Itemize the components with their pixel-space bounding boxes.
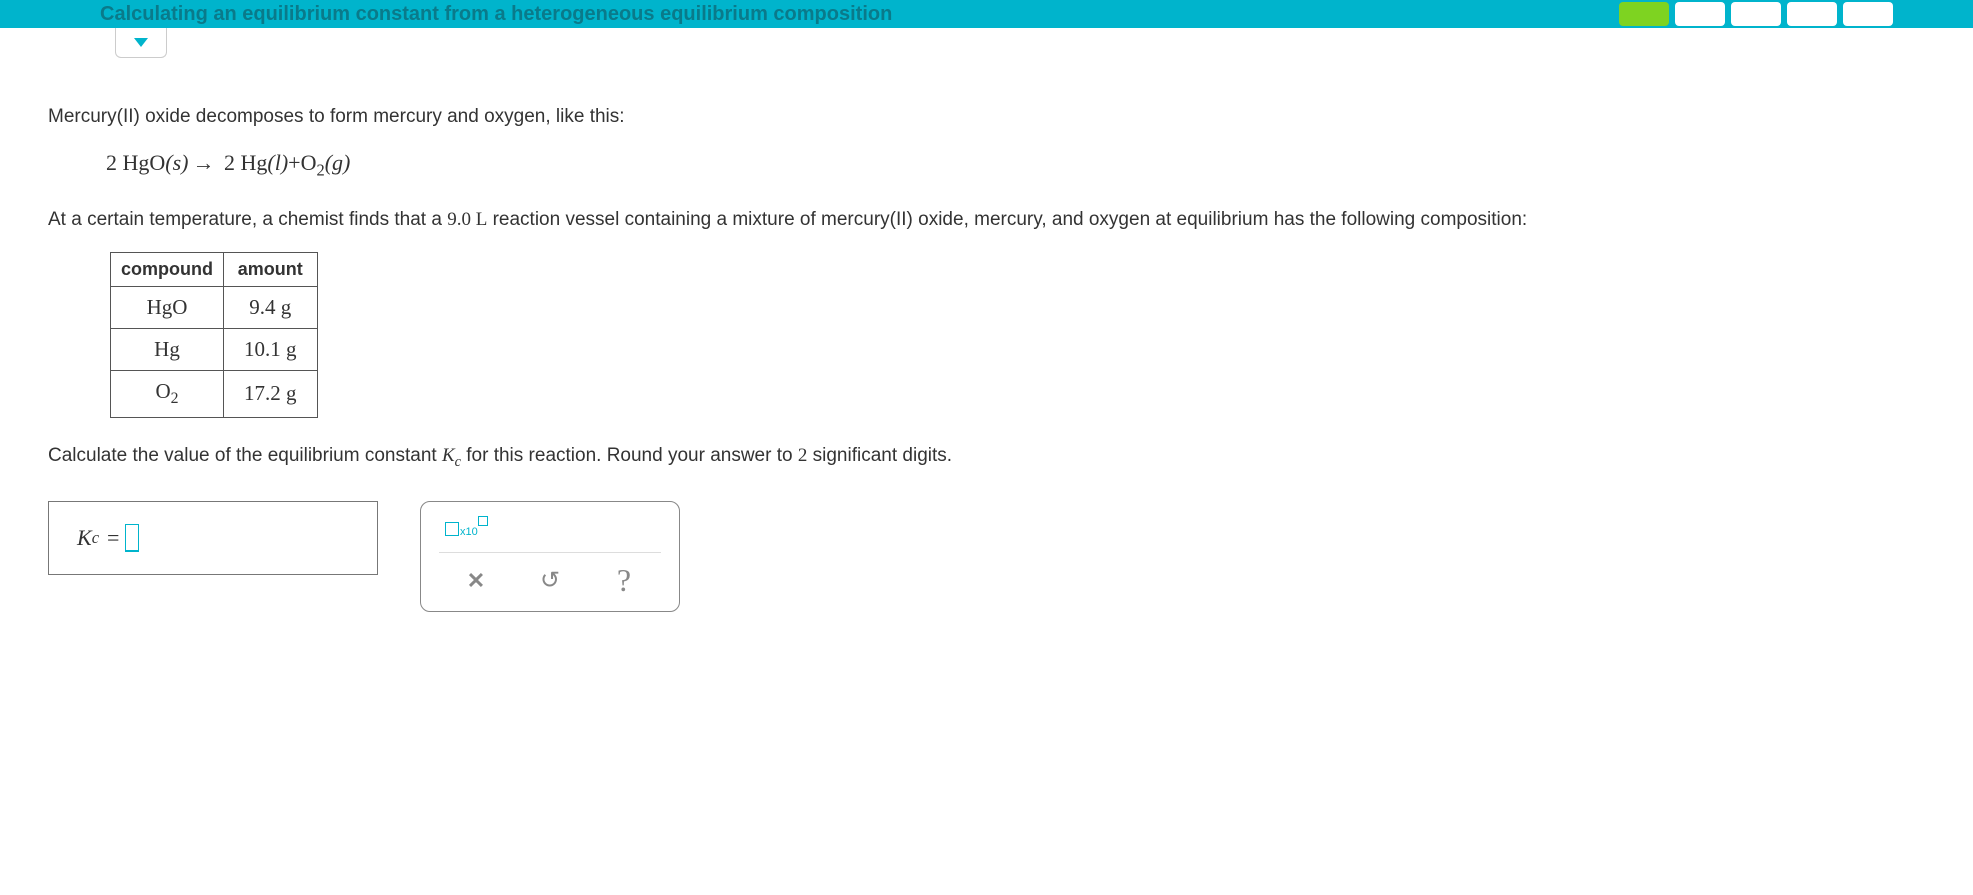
status-box (1675, 2, 1725, 26)
prompt-post: for this reaction. Round your answer to (461, 445, 798, 466)
header-status-boxes (1619, 2, 1893, 26)
context-text: At a certain temperature, a chemist find… (48, 206, 1925, 235)
mantissa-box-icon (445, 522, 459, 536)
amount-cell: 17.2 g (224, 371, 318, 417)
tool-row-format: x10 (439, 512, 661, 552)
compound-cell: O2 (111, 371, 224, 417)
problem-content: Mercury(II) oxide decomposes to form mer… (0, 28, 1973, 642)
species: Hg (241, 150, 268, 175)
answer-sub: c (92, 528, 99, 548)
intro-text: Mercury(II) oxide decomposes to form mer… (48, 103, 1925, 132)
compound-cell: HgO (111, 287, 224, 329)
equals: = (107, 525, 119, 551)
species: HgO (123, 150, 166, 175)
status-box (1843, 2, 1893, 26)
status-box (1787, 2, 1837, 26)
context-post: reaction vessel containing a mixture of … (487, 209, 1527, 230)
amount-cell: 9.4 g (224, 287, 318, 329)
scientific-notation-button[interactable]: x10 (445, 516, 488, 538)
amount-cell: 10.1 g (224, 329, 318, 371)
undo-button[interactable]: ↺ (532, 563, 568, 599)
table-header-amount: amount (224, 253, 318, 287)
toolbox: x10 ✕ ↺ ? (420, 501, 680, 612)
plus: + (288, 150, 300, 175)
close-icon: ✕ (467, 568, 485, 594)
kc-var: K (442, 445, 455, 466)
table-row: O217.2 g (111, 371, 318, 417)
state: (g) (325, 150, 351, 175)
state: (s) (165, 150, 188, 175)
clear-button[interactable]: ✕ (458, 563, 494, 599)
answer-box: Kc = (48, 501, 378, 575)
page-title: Calculating an equilibrium constant from… (100, 3, 892, 26)
sig-digits: 2 (798, 445, 808, 466)
state: (l) (267, 150, 288, 175)
species: O (301, 150, 317, 175)
question-icon: ? (617, 562, 631, 599)
coef: 2 (224, 150, 235, 175)
status-box (1619, 2, 1669, 26)
exponent-box-icon (478, 516, 488, 526)
composition-table: compound amount HgO9.4 gHg10.1 gO217.2 g (110, 252, 318, 417)
table-header-compound: compound (111, 253, 224, 287)
answer-var: K (77, 525, 92, 551)
tool-row-actions: ✕ ↺ ? (439, 552, 661, 599)
table-row: Hg10.1 g (111, 329, 318, 371)
prompt-pre: Calculate the value of the equilibrium c… (48, 445, 442, 466)
coef: 2 (106, 150, 117, 175)
chemical-equation: 2 HgO(s)→ 2 Hg(l)+O2(g) (106, 150, 1925, 180)
status-box (1731, 2, 1781, 26)
undo-icon: ↺ (540, 566, 560, 595)
chevron-down-icon (134, 38, 148, 47)
kc-input[interactable] (125, 524, 139, 552)
arrow-icon: → (193, 150, 215, 175)
volume-value: 9.0 L (447, 209, 487, 230)
prompt-end: significant digits. (807, 445, 952, 466)
x10-label: x10 (460, 526, 478, 538)
answer-row: Kc = x10 ✕ ↺ ? (48, 501, 1925, 612)
compound-cell: Hg (111, 329, 224, 371)
expand-dropdown[interactable] (115, 28, 167, 58)
prompt-text: Calculate the value of the equilibrium c… (48, 442, 1925, 473)
table-row: HgO9.4 g (111, 287, 318, 329)
subscript: 2 (316, 160, 324, 179)
help-button[interactable]: ? (606, 563, 642, 599)
header-bar: Calculating an equilibrium constant from… (0, 0, 1973, 28)
context-pre: At a certain temperature, a chemist find… (48, 209, 447, 230)
